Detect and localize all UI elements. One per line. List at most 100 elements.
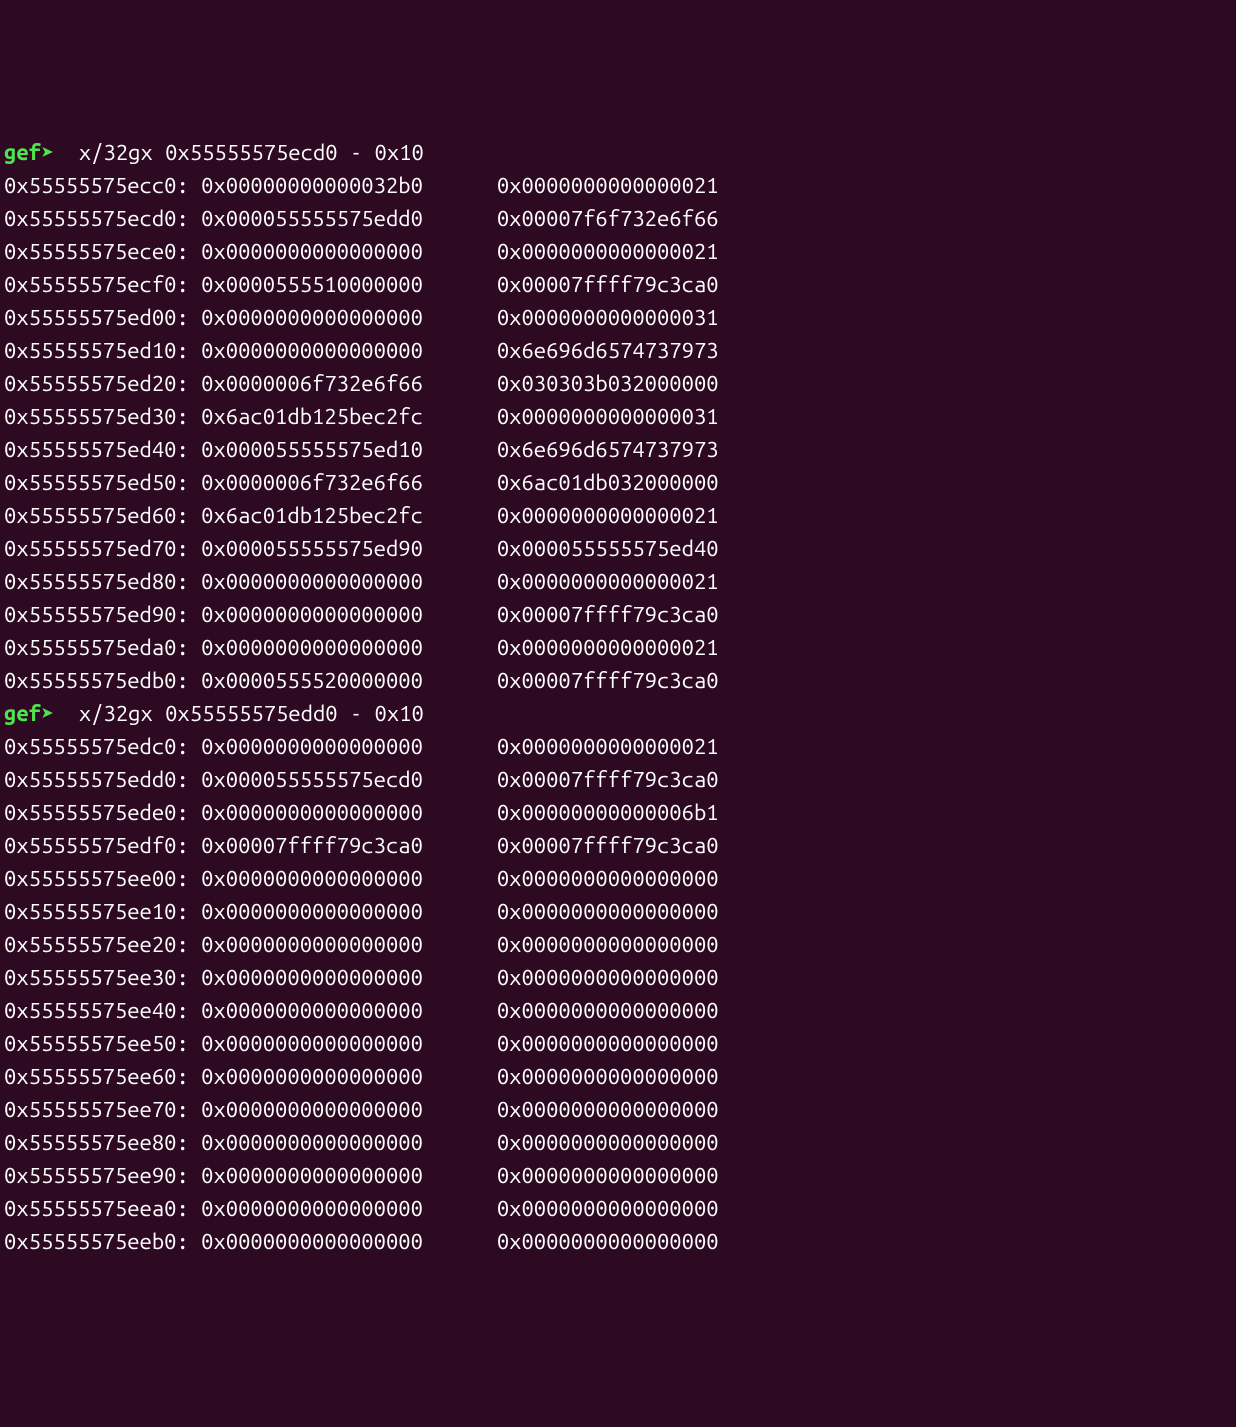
prompt-arrow-icon: ➤ <box>41 140 67 165</box>
memory-row: 0x55555575ed20: 0x0000006f732e6f66 0x030… <box>4 367 1232 400</box>
memory-value-1: 0x00007ffff79c3ca0 <box>201 833 423 858</box>
memory-value-2: 0x0000000000000021 <box>497 503 719 528</box>
memory-value-1: 0x0000000000000000 <box>201 1064 423 1089</box>
memory-row: 0x55555575ecd0: 0x000055555575edd0 0x000… <box>4 202 1232 235</box>
memory-row: 0x55555575ecc0: 0x00000000000032b0 0x000… <box>4 169 1232 202</box>
memory-row: 0x55555575ee30: 0x0000000000000000 0x000… <box>4 961 1232 994</box>
memory-address: 0x55555575ee30: <box>4 965 189 990</box>
memory-value-1: 0x0000000000000000 <box>201 1031 423 1056</box>
memory-address: 0x55555575ed10: <box>4 338 189 363</box>
memory-address: 0x55555575ee10: <box>4 899 189 924</box>
memory-address: 0x55555575eda0: <box>4 635 189 660</box>
memory-address: 0x55555575ed90: <box>4 602 189 627</box>
memory-value-2: 0x0000000000000000 <box>497 1163 719 1188</box>
memory-address: 0x55555575ed20: <box>4 371 189 396</box>
memory-row: 0x55555575ee10: 0x0000000000000000 0x000… <box>4 895 1232 928</box>
memory-row: 0x55555575ed80: 0x0000000000000000 0x000… <box>4 565 1232 598</box>
memory-value-1: 0x0000000000000000 <box>201 1196 423 1221</box>
prompt-line[interactable]: gef➤ x/32gx 0x55555575edd0 - 0x10 <box>4 697 1232 730</box>
memory-value-2: 0x00007ffff79c3ca0 <box>497 767 719 792</box>
memory-address: 0x55555575edf0: <box>4 833 189 858</box>
memory-value-1: 0x0000006f732e6f66 <box>201 470 423 495</box>
memory-row: 0x55555575ee90: 0x0000000000000000 0x000… <box>4 1159 1232 1192</box>
memory-value-2: 0x0000000000000021 <box>497 239 719 264</box>
memory-value-1: 0x0000000000000000 <box>201 899 423 924</box>
memory-value-1: 0x0000555520000000 <box>201 668 423 693</box>
memory-address: 0x55555575ee50: <box>4 1031 189 1056</box>
memory-value-1: 0x0000000000000000 <box>201 800 423 825</box>
memory-address: 0x55555575ed70: <box>4 536 189 561</box>
memory-value-1: 0x0000000000000000 <box>201 305 423 330</box>
memory-value-1: 0x000055555575ed10 <box>201 437 423 462</box>
memory-value-2: 0x000055555575ed40 <box>497 536 719 561</box>
memory-row: 0x55555575ee20: 0x0000000000000000 0x000… <box>4 928 1232 961</box>
memory-address: 0x55555575ed40: <box>4 437 189 462</box>
memory-row: 0x55555575ee70: 0x0000000000000000 0x000… <box>4 1093 1232 1126</box>
memory-value-2: 0x00000000000006b1 <box>497 800 719 825</box>
memory-address: 0x55555575ed60: <box>4 503 189 528</box>
memory-value-2: 0x0000000000000000 <box>497 1064 719 1089</box>
terminal-output[interactable]: gef➤ x/32gx 0x55555575ecd0 - 0x100x55555… <box>4 136 1232 1258</box>
memory-value-2: 0x0000000000000021 <box>497 569 719 594</box>
command-text: x/32gx 0x55555575ecd0 - 0x10 <box>67 140 424 165</box>
memory-address: 0x55555575ecd0: <box>4 206 189 231</box>
memory-value-1: 0x0000000000000000 <box>201 569 423 594</box>
memory-value-2: 0x0000000000000021 <box>497 173 719 198</box>
memory-address: 0x55555575ee80: <box>4 1130 189 1155</box>
memory-address: 0x55555575edc0: <box>4 734 189 759</box>
memory-value-2: 0x6ac01db032000000 <box>497 470 719 495</box>
memory-address: 0x55555575ece0: <box>4 239 189 264</box>
memory-row: 0x55555575eea0: 0x0000000000000000 0x000… <box>4 1192 1232 1225</box>
memory-value-1: 0x6ac01db125bec2fc <box>201 404 423 429</box>
memory-row: 0x55555575ed40: 0x000055555575ed10 0x6e6… <box>4 433 1232 466</box>
memory-value-2: 0x0000000000000000 <box>497 1196 719 1221</box>
memory-value-2: 0x0000000000000000 <box>497 899 719 924</box>
memory-row: 0x55555575ee80: 0x0000000000000000 0x000… <box>4 1126 1232 1159</box>
memory-address: 0x55555575ee90: <box>4 1163 189 1188</box>
memory-row: 0x55555575ed70: 0x000055555575ed90 0x000… <box>4 532 1232 565</box>
memory-value-1: 0x0000000000000000 <box>201 998 423 1023</box>
memory-row: 0x55555575ecf0: 0x0000555510000000 0x000… <box>4 268 1232 301</box>
memory-value-2: 0x0000000000000000 <box>497 1097 719 1122</box>
memory-value-2: 0x00007ffff79c3ca0 <box>497 272 719 297</box>
memory-value-2: 0x0000000000000000 <box>497 1229 719 1254</box>
memory-value-1: 0x0000000000000000 <box>201 866 423 891</box>
prompt-line[interactable]: gef➤ x/32gx 0x55555575ecd0 - 0x10 <box>4 136 1232 169</box>
memory-value-1: 0x0000000000000000 <box>201 239 423 264</box>
memory-row: 0x55555575edf0: 0x00007ffff79c3ca0 0x000… <box>4 829 1232 862</box>
prompt-label: gef <box>4 701 41 726</box>
memory-value-1: 0x0000000000000000 <box>201 635 423 660</box>
memory-value-2: 0x0000000000000021 <box>497 635 719 660</box>
memory-value-2: 0x0000000000000000 <box>497 998 719 1023</box>
memory-value-2: 0x0000000000000021 <box>497 734 719 759</box>
memory-value-2: 0x0000000000000031 <box>497 305 719 330</box>
memory-row: 0x55555575eeb0: 0x0000000000000000 0x000… <box>4 1225 1232 1258</box>
memory-value-2: 0x0000000000000000 <box>497 1130 719 1155</box>
memory-address: 0x55555575ed80: <box>4 569 189 594</box>
memory-value-1: 0x0000000000000000 <box>201 734 423 759</box>
memory-address: 0x55555575ee60: <box>4 1064 189 1089</box>
memory-value-1: 0x0000000000000000 <box>201 338 423 363</box>
memory-value-2: 0x00007ffff79c3ca0 <box>497 668 719 693</box>
memory-row: 0x55555575eda0: 0x0000000000000000 0x000… <box>4 631 1232 664</box>
prompt-label: gef <box>4 140 41 165</box>
memory-value-1: 0x0000006f732e6f66 <box>201 371 423 396</box>
memory-row: 0x55555575ede0: 0x0000000000000000 0x000… <box>4 796 1232 829</box>
memory-row: 0x55555575ed90: 0x0000000000000000 0x000… <box>4 598 1232 631</box>
memory-row: 0x55555575ed30: 0x6ac01db125bec2fc 0x000… <box>4 400 1232 433</box>
prompt-arrow-icon: ➤ <box>41 701 67 726</box>
memory-address: 0x55555575ede0: <box>4 800 189 825</box>
memory-address: 0x55555575edb0: <box>4 668 189 693</box>
memory-address: 0x55555575ecf0: <box>4 272 189 297</box>
memory-address: 0x55555575ee20: <box>4 932 189 957</box>
memory-value-1: 0x00000000000032b0 <box>201 173 423 198</box>
memory-address: 0x55555575ed30: <box>4 404 189 429</box>
memory-value-2: 0x0000000000000000 <box>497 932 719 957</box>
memory-value-1: 0x0000000000000000 <box>201 1097 423 1122</box>
memory-value-1: 0x000055555575edd0 <box>201 206 423 231</box>
memory-value-2: 0x0000000000000031 <box>497 404 719 429</box>
memory-value-2: 0x00007ffff79c3ca0 <box>497 833 719 858</box>
memory-value-1: 0x0000000000000000 <box>201 1229 423 1254</box>
memory-address: 0x55555575ed50: <box>4 470 189 495</box>
memory-row: 0x55555575edc0: 0x0000000000000000 0x000… <box>4 730 1232 763</box>
